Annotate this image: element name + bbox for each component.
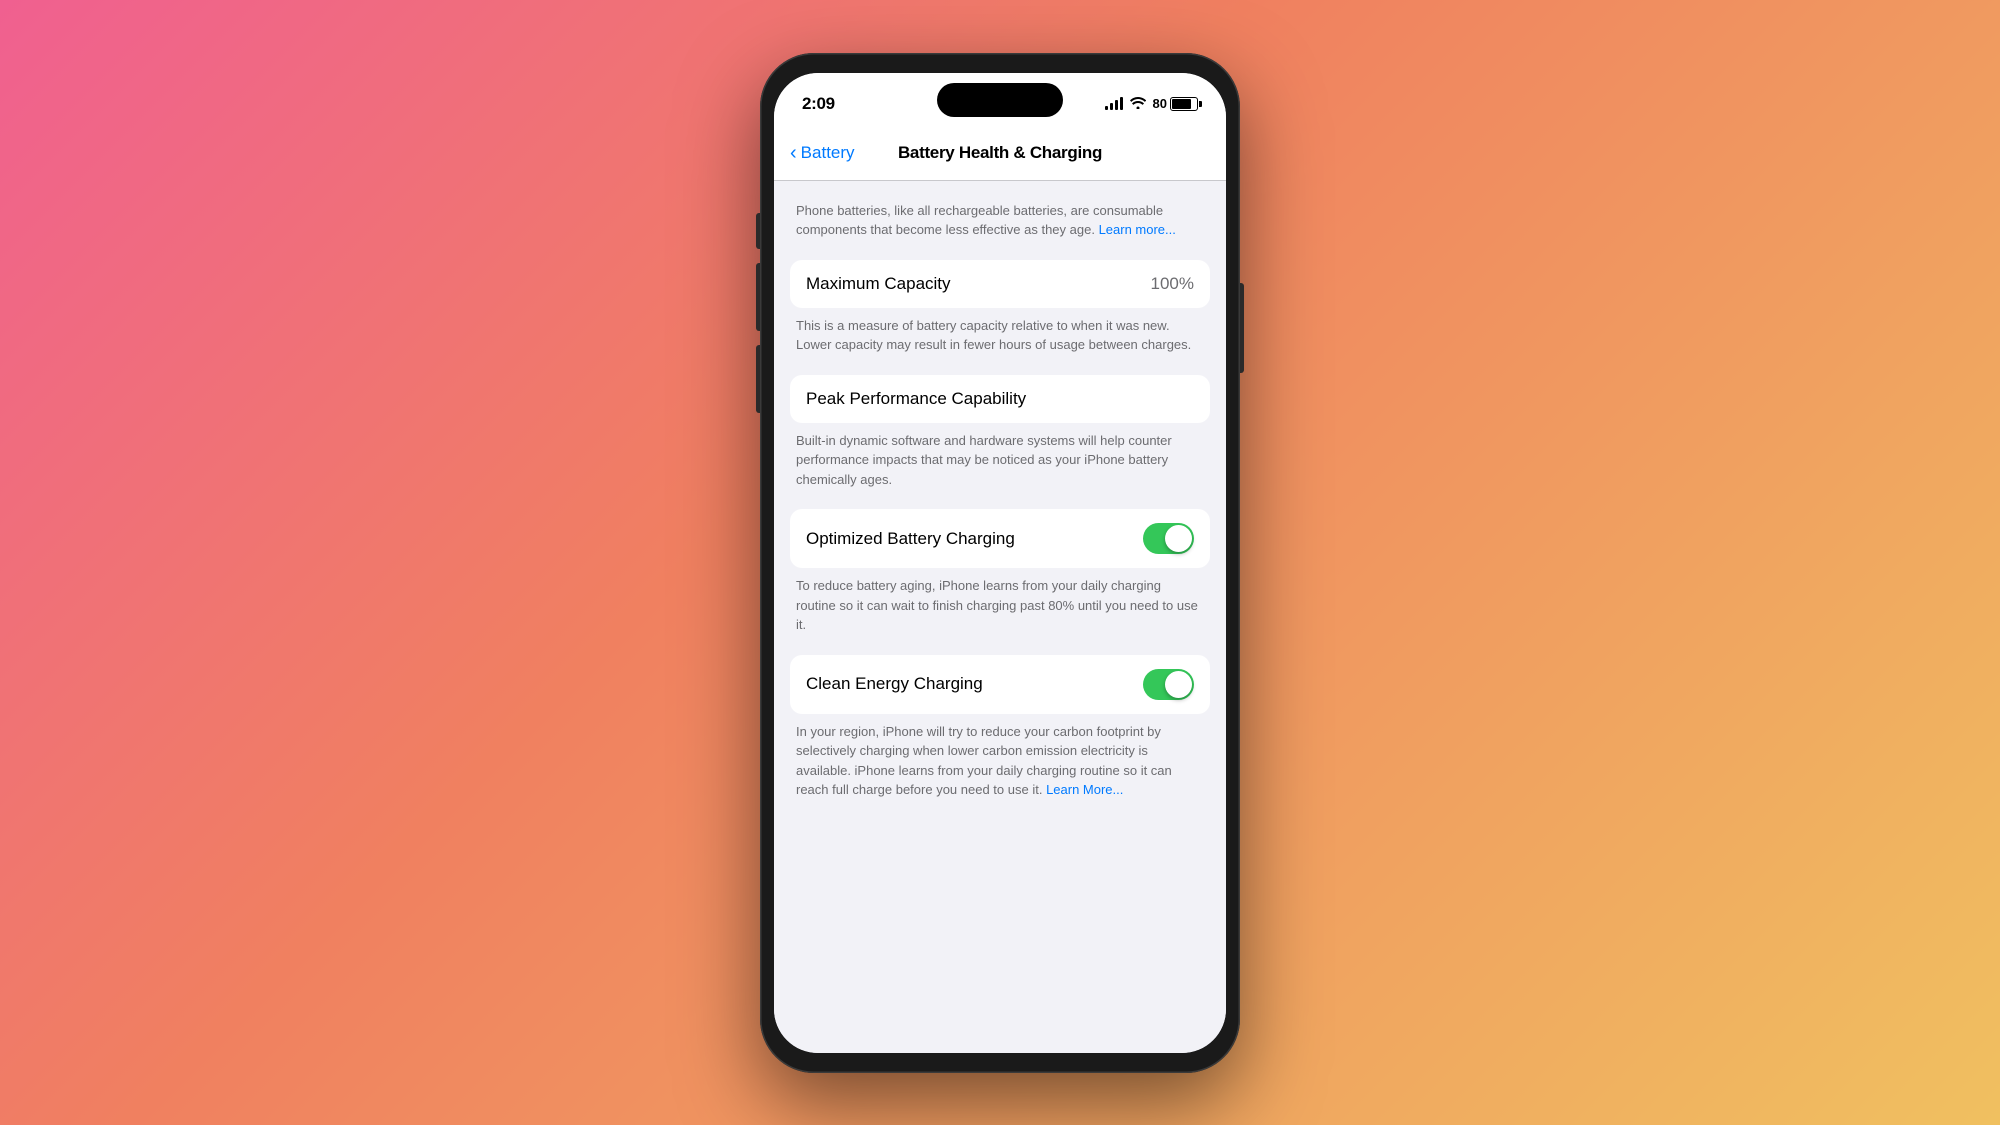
battery-percent-label: 80	[1153, 96, 1167, 111]
signal-icon	[1105, 97, 1123, 110]
peak-performance-description: Built-in dynamic software and hardware s…	[790, 431, 1210, 490]
wifi-icon	[1130, 96, 1146, 112]
back-chevron-icon: ‹	[790, 143, 797, 163]
status-bar: 2:09 80	[774, 73, 1226, 127]
navigation-bar: ‹ Battery Battery Health & Charging	[774, 127, 1226, 181]
volume-down-button[interactable]	[756, 345, 760, 413]
clean-energy-description: In your region, iPhone will try to reduc…	[790, 722, 1210, 800]
phone-screen: 2:09 80	[774, 73, 1226, 1053]
optimized-charging-label: Optimized Battery Charging	[806, 529, 1015, 549]
optimized-charging-row: Optimized Battery Charging	[790, 509, 1210, 568]
clean-energy-card: Clean Energy Charging	[790, 655, 1210, 714]
maximum-capacity-description: This is a measure of battery capacity re…	[790, 316, 1210, 355]
battery-status: 80	[1153, 96, 1198, 111]
maximum-capacity-row: Maximum Capacity 100%	[790, 260, 1210, 308]
clean-energy-toggle[interactable]	[1143, 669, 1194, 700]
back-button[interactable]: ‹ Battery	[790, 143, 880, 163]
optimized-charging-toggle[interactable]	[1143, 523, 1194, 554]
optimized-charging-description: To reduce battery aging, iPhone learns f…	[790, 576, 1210, 635]
power-button[interactable]	[1240, 283, 1244, 373]
clean-energy-label: Clean Energy Charging	[806, 674, 983, 694]
peak-performance-label: Peak Performance Capability	[790, 375, 1210, 423]
clean-energy-learn-more-link[interactable]: Learn More...	[1046, 782, 1123, 797]
intro-paragraph: Phone batteries, like all rechargeable b…	[790, 201, 1210, 240]
toggle-thumb	[1165, 525, 1192, 552]
status-time: 2:09	[802, 94, 835, 114]
toggle-thumb-clean	[1165, 671, 1192, 698]
battery-icon	[1170, 97, 1198, 111]
volume-up-button[interactable]	[756, 263, 760, 331]
back-label: Battery	[801, 143, 855, 163]
maximum-capacity-label: Maximum Capacity	[806, 274, 951, 294]
intro-learn-more-link[interactable]: Learn more...	[1099, 222, 1176, 237]
peak-performance-card: Peak Performance Capability	[790, 375, 1210, 423]
settings-content: Phone batteries, like all rechargeable b…	[774, 181, 1226, 1053]
maximum-capacity-value: 100%	[1151, 274, 1194, 294]
dynamic-island	[937, 83, 1063, 117]
page-title: Battery Health & Charging	[880, 143, 1120, 163]
maximum-capacity-card: Maximum Capacity 100%	[790, 260, 1210, 308]
optimized-charging-card: Optimized Battery Charging	[790, 509, 1210, 568]
status-icons: 80	[1105, 96, 1198, 112]
clean-energy-row: Clean Energy Charging	[790, 655, 1210, 714]
phone-device: 2:09 80	[760, 53, 1240, 1073]
